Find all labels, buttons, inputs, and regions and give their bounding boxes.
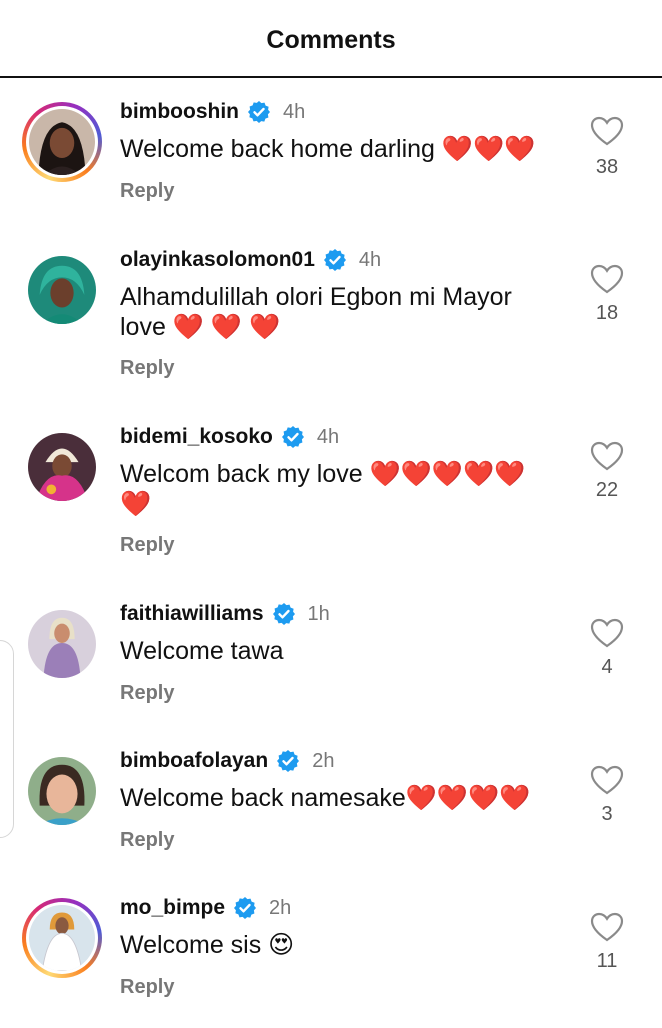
comment-time: 2h [269,896,292,919]
avatar-frame [22,250,102,330]
comment-item: mo_bimpe 2h Welcome sis 😍 Reply 11 [0,888,662,1028]
comment-text: Welcome back namesake❤️❤️❤️❤️ [120,784,531,812]
verified-badge-icon [323,248,347,272]
avatar[interactable] [28,610,96,678]
comment-time: 4h [283,100,306,123]
avatar[interactable] [29,905,95,971]
reply-button[interactable]: Reply [120,180,174,203]
like-count: 38 [595,156,619,178]
like-heart-icon[interactable] [590,116,624,146]
like-heart-icon[interactable] [590,618,624,648]
story-ring[interactable] [22,898,102,978]
comment-time: 2h [312,749,335,772]
like-count: 3 [601,803,613,825]
reply-button[interactable]: Reply [120,534,174,557]
comment-text: Welcome back home darling ❤️❤️❤️ [120,135,536,163]
avatar[interactable] [28,433,96,501]
reply-button[interactable]: Reply [120,682,174,705]
comment-text: Alhamdulillah olori Egbon mi Mayor love … [120,283,512,341]
reply-button[interactable]: Reply [120,829,174,852]
comment-text: Welcom back my love ❤️❤️❤️❤️❤️❤️ [120,460,526,518]
verified-badge-icon [276,749,300,773]
comment-time: 1h [307,602,330,625]
verified-badge-icon [233,896,257,920]
comment-item: bimbooshin 4h Welcome back home darling … [0,92,662,232]
username[interactable]: bimbooshin [120,100,239,124]
reply-button[interactable]: Reply [120,357,174,380]
comment-item: olayinkasolomon01 4h Alhamdulillah olori… [0,240,662,380]
like-count: 4 [601,656,613,678]
comment-item: bidemi_kosoko 4h Welcom back my love ❤️❤… [0,417,662,557]
username[interactable]: faithiawilliams [120,602,264,626]
like-heart-icon[interactable] [590,765,624,795]
avatar-frame [22,427,102,507]
verified-badge-icon [281,425,305,449]
page-title: Comments [266,26,396,54]
like-count: 18 [595,302,619,324]
avatar[interactable] [29,109,95,175]
username[interactable]: mo_bimpe [120,896,225,920]
avatar-frame [22,604,102,684]
username[interactable]: olayinkasolomon01 [120,248,315,272]
verified-badge-icon [272,602,296,626]
header: Comments [0,0,662,78]
comment-text: Welcome sis 😍 [120,931,295,959]
story-ring[interactable] [22,102,102,182]
like-heart-icon[interactable] [590,264,624,294]
like-count: 11 [596,950,618,972]
verified-badge-icon [247,100,271,124]
comment-time: 4h [358,248,382,271]
avatar[interactable] [28,256,96,324]
username[interactable]: bimboafolayan [120,749,268,773]
avatar-frame [22,751,102,831]
like-heart-icon[interactable] [590,912,624,942]
username[interactable]: bidemi_kosoko [120,425,273,449]
comment-item: faithiawilliams 1h Welcome tawa Reply 4 [0,594,662,734]
comment-text: Welcome tawa [120,637,284,665]
like-heart-icon[interactable] [590,441,624,471]
comment-item: bimboafolayan 2h Welcome back namesake❤️… [0,741,662,881]
comment-time: 4h [316,425,340,448]
like-count: 22 [595,479,619,501]
avatar[interactable] [28,757,96,825]
reply-button[interactable]: Reply [120,976,174,999]
